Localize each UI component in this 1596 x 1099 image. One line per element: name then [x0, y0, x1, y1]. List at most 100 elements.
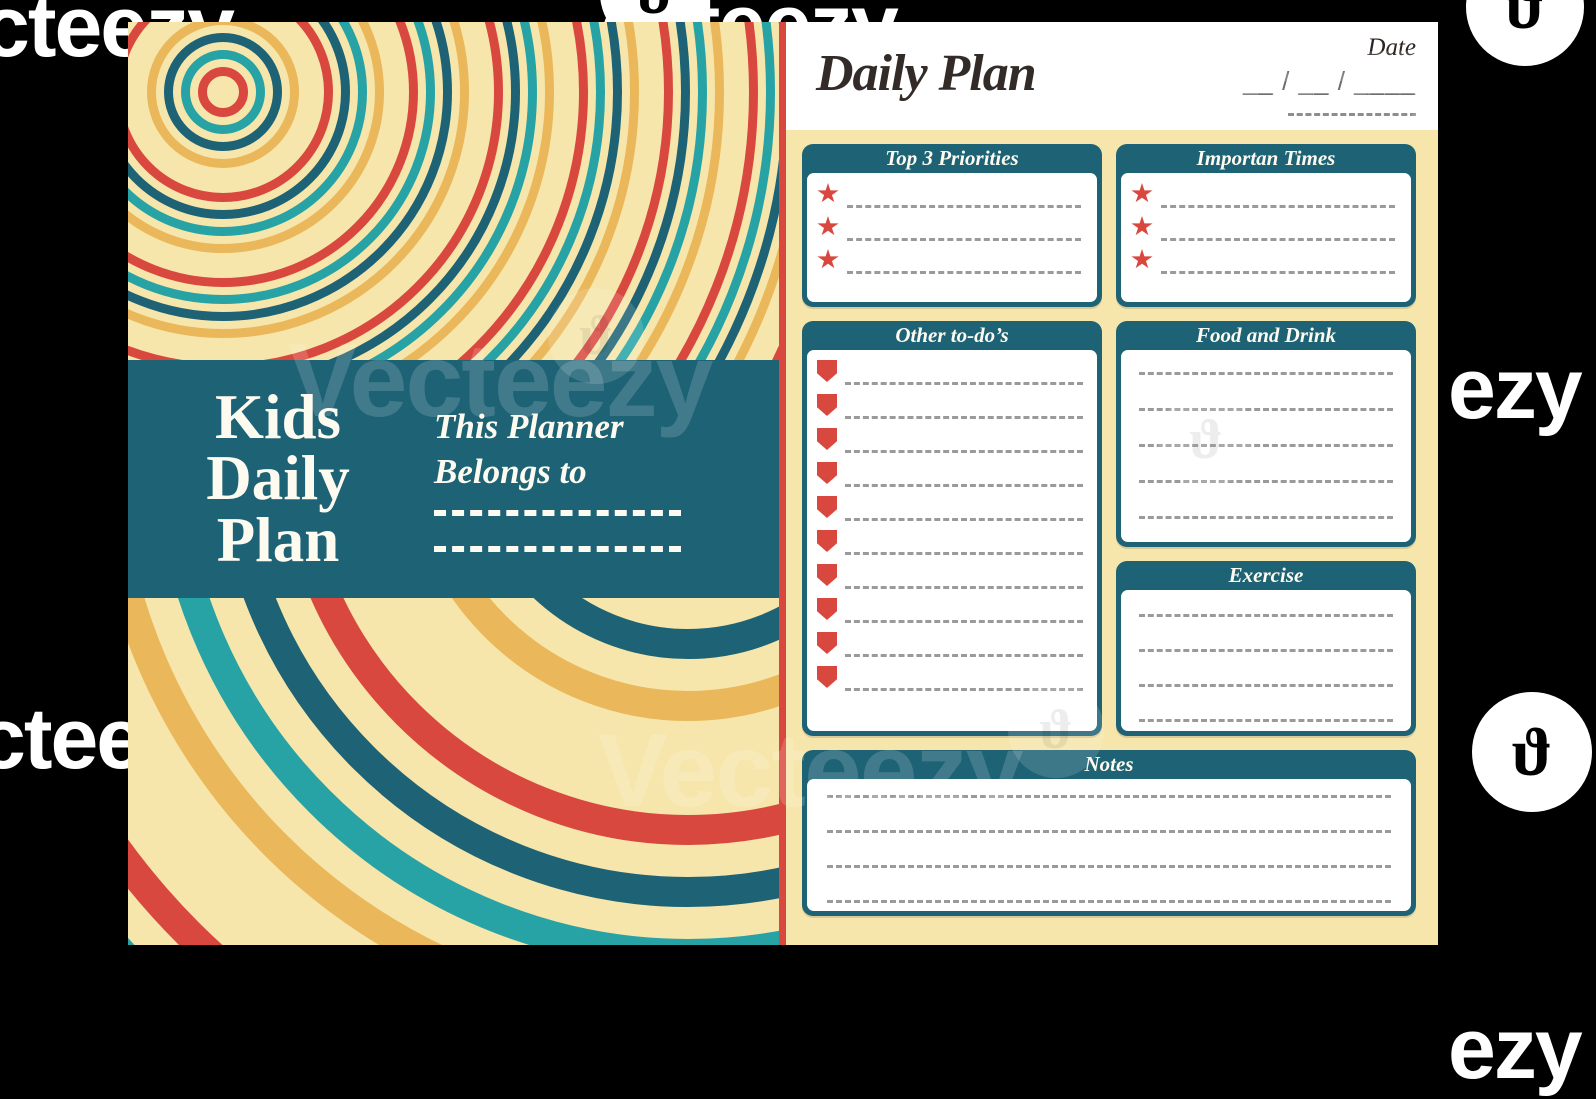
card-body-exercise[interactable]	[1121, 590, 1411, 731]
dashed-line[interactable]	[847, 238, 1081, 241]
date-extra-line[interactable]	[1288, 113, 1416, 116]
write-line[interactable]	[817, 249, 1081, 274]
dashed-line[interactable]	[1139, 614, 1393, 617]
line-bullet	[817, 249, 839, 270]
write-line[interactable]	[1131, 216, 1395, 241]
star-icon	[1131, 249, 1153, 269]
card-header: Other to-do’s	[802, 321, 1102, 350]
dashed-line[interactable]	[845, 688, 1083, 691]
write-line[interactable]	[1139, 444, 1393, 447]
dashed-line[interactable]	[1139, 408, 1393, 411]
vecteezy-glyph-icon: ϑ	[1511, 713, 1553, 790]
left-decorative-panel: Kids Daily Plan This Planner Belongs to	[128, 22, 786, 945]
card-title-notes: Notes	[1084, 752, 1134, 776]
write-line[interactable]	[827, 900, 1391, 903]
write-line[interactable]	[817, 496, 1083, 521]
card-body-importan-times[interactable]	[1121, 173, 1411, 302]
write-line[interactable]	[1139, 649, 1393, 652]
owner-name-field-2[interactable]	[434, 546, 681, 553]
page-header: Daily Plan Date __ / __ / ____	[786, 22, 1438, 130]
dashed-line[interactable]	[845, 382, 1083, 385]
dashed-line[interactable]	[845, 484, 1083, 487]
write-line[interactable]	[817, 462, 1083, 487]
write-line[interactable]	[1131, 183, 1395, 208]
card-header: Food and Drink	[1116, 321, 1416, 350]
card-top-3-priorities: Top 3 Priorities	[802, 144, 1102, 307]
dashed-line[interactable]	[827, 865, 1391, 868]
dashed-line[interactable]	[827, 830, 1391, 833]
dashed-line[interactable]	[1161, 205, 1395, 208]
dashed-line[interactable]	[845, 518, 1083, 521]
line-bullet	[817, 183, 839, 204]
write-line[interactable]	[1139, 719, 1393, 722]
dashed-line[interactable]	[845, 586, 1083, 589]
write-line[interactable]	[817, 360, 1083, 385]
dashed-line[interactable]	[847, 205, 1081, 208]
planner-title-block: Kids Daily Plan	[128, 386, 428, 575]
dashed-line[interactable]	[1139, 372, 1393, 375]
dashed-line[interactable]	[1139, 516, 1393, 519]
write-line[interactable]	[817, 394, 1083, 419]
dashed-line[interactable]	[847, 271, 1081, 274]
write-line[interactable]	[817, 216, 1081, 241]
line-bullet	[817, 360, 837, 382]
star-icon	[1131, 216, 1153, 236]
write-line[interactable]	[827, 795, 1391, 798]
dashed-line[interactable]	[1139, 684, 1393, 687]
card-header: Exercise	[1116, 561, 1416, 590]
card-title-food-and-drink: Food and Drink	[1195, 323, 1337, 347]
write-line[interactable]	[1131, 249, 1395, 274]
write-line[interactable]	[817, 632, 1083, 657]
right-content-panel: Daily Plan Date __ / __ / ____ Top 3 Pri…	[786, 22, 1438, 945]
pentagon-icon	[817, 428, 837, 450]
write-line[interactable]	[827, 865, 1391, 868]
write-line[interactable]	[817, 666, 1083, 691]
dashed-line[interactable]	[845, 450, 1083, 453]
owner-name-field-1[interactable]	[434, 510, 681, 517]
card-title-exercise: Exercise	[1228, 563, 1304, 587]
card-body-priorities[interactable]	[807, 173, 1097, 302]
dashed-line[interactable]	[845, 416, 1083, 419]
card-header: Importan Times	[1116, 144, 1416, 173]
write-line[interactable]	[817, 183, 1081, 208]
star-icon	[817, 249, 839, 269]
write-line[interactable]	[1139, 684, 1393, 687]
line-bullet	[1131, 216, 1153, 237]
dashed-line[interactable]	[845, 552, 1083, 555]
dashed-line[interactable]	[845, 654, 1083, 657]
write-line[interactable]	[817, 530, 1083, 555]
card-body-notes[interactable]	[807, 779, 1411, 911]
dashed-line[interactable]	[1139, 444, 1393, 447]
card-body-food-and-drink[interactable]	[1121, 350, 1411, 542]
dashed-line[interactable]	[1161, 238, 1395, 241]
write-line[interactable]	[1139, 614, 1393, 617]
planner-title-line-3: Plan	[216, 504, 340, 575]
write-line[interactable]	[1139, 516, 1393, 519]
dashed-line[interactable]	[1139, 649, 1393, 652]
dashed-line[interactable]	[1161, 271, 1395, 274]
dashed-line[interactable]	[827, 900, 1391, 903]
pentagon-icon	[817, 564, 837, 586]
line-bullet	[817, 216, 839, 237]
write-line[interactable]	[827, 830, 1391, 833]
card-title-priorities: Top 3 Priorities	[885, 146, 1019, 170]
pentagon-icon	[817, 496, 837, 518]
line-bullet	[817, 598, 837, 620]
line-bullet	[1131, 183, 1153, 204]
dashed-line[interactable]	[845, 620, 1083, 623]
pentagon-icon	[817, 394, 837, 416]
date-input[interactable]: __ / __ / ____	[1226, 66, 1416, 97]
dashed-line[interactable]	[1139, 480, 1393, 483]
card-notes: Notes	[802, 750, 1416, 916]
write-line[interactable]	[817, 564, 1083, 589]
write-line[interactable]	[1139, 372, 1393, 375]
write-line[interactable]	[1139, 480, 1393, 483]
write-line[interactable]	[817, 598, 1083, 623]
card-body-other-todos[interactable]	[807, 350, 1097, 731]
line-bullet	[817, 462, 837, 484]
dashed-line[interactable]	[1139, 719, 1393, 722]
write-line[interactable]	[1139, 408, 1393, 411]
dashed-line[interactable]	[827, 795, 1391, 798]
write-line[interactable]	[817, 428, 1083, 453]
card-other-todos: Other to-do’s	[802, 321, 1102, 736]
